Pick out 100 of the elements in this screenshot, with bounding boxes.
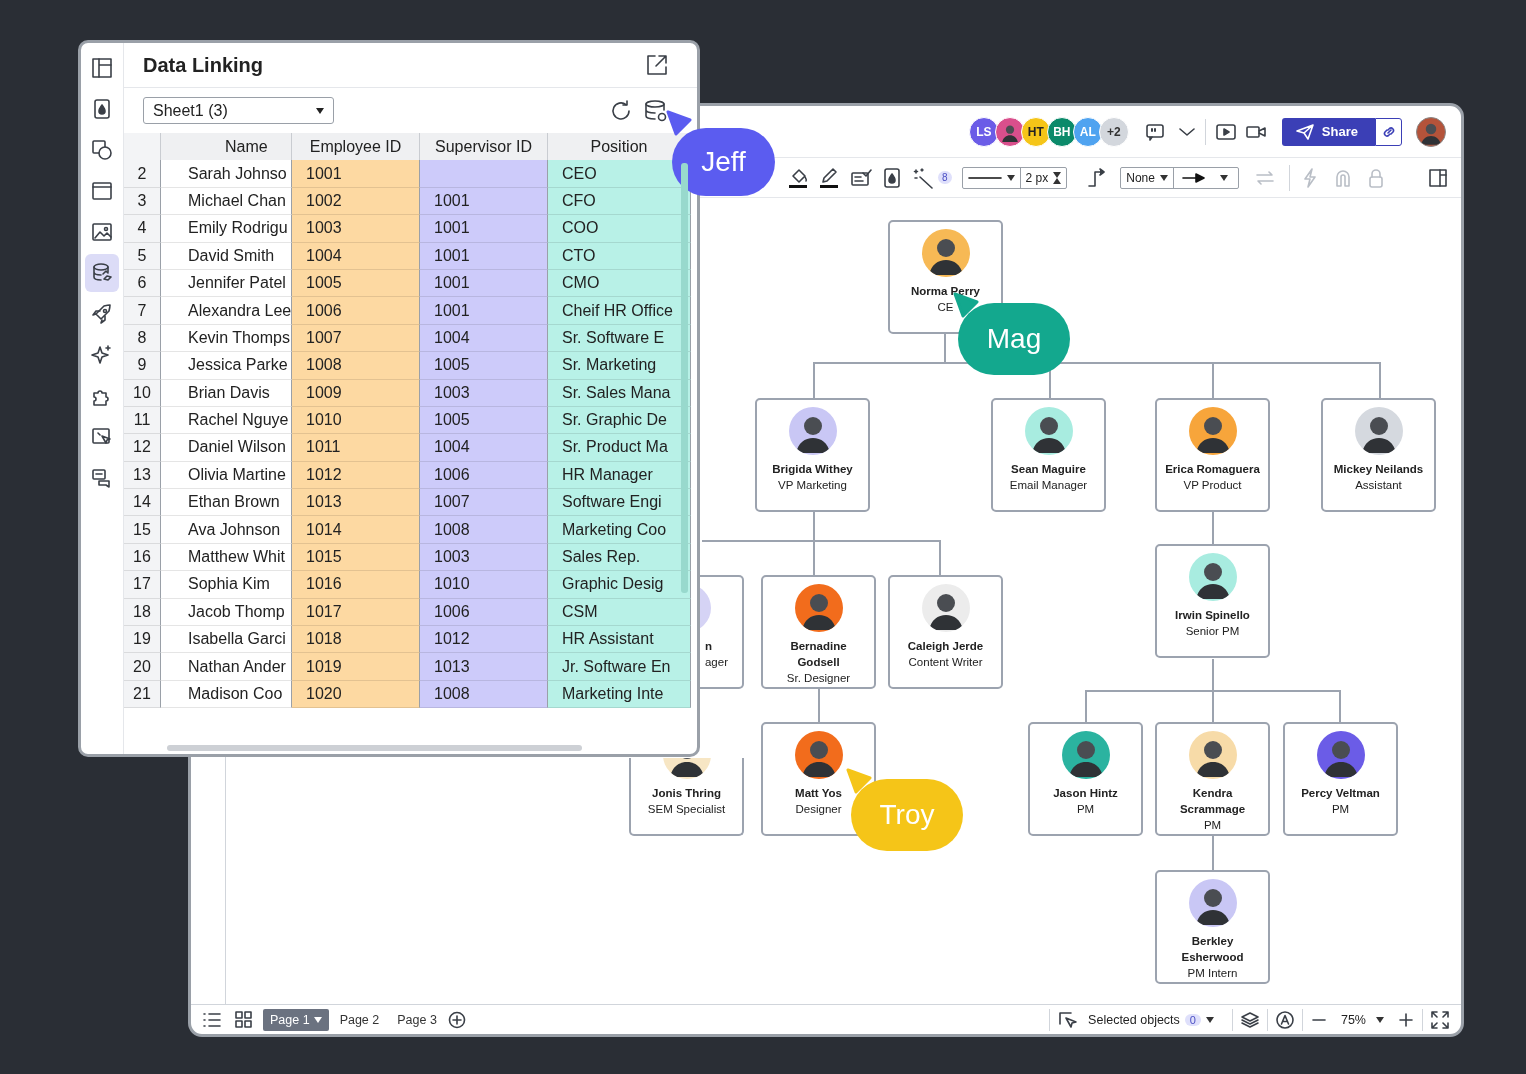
- table-cell: Cheif HR Office: [548, 297, 691, 325]
- row-number: 5: [124, 242, 161, 270]
- share-button[interactable]: Share: [1281, 117, 1375, 146]
- org-chart-node[interactable]: Irwin Spinello Senior PM: [1155, 544, 1270, 658]
- table-cell: Marketing Inte: [548, 680, 691, 709]
- fill-color-icon[interactable]: [788, 166, 808, 189]
- video-camera-icon[interactable]: [1245, 123, 1266, 140]
- org-chart-node[interactable]: Jason Hintz PM: [1028, 722, 1143, 836]
- zoom-level[interactable]: 75%: [1340, 1012, 1366, 1027]
- table-cell: Olivia Martine: [161, 461, 292, 490]
- list-view-icon[interactable]: [203, 1011, 221, 1028]
- table-cell: 1004: [420, 434, 548, 462]
- arrow-icon: [1181, 172, 1206, 183]
- database-link-icon[interactable]: [85, 254, 119, 292]
- chevron-down-icon[interactable]: [1178, 126, 1195, 137]
- table-cell: 1001: [420, 297, 548, 325]
- user-avatar[interactable]: [1416, 116, 1446, 147]
- elbow-connector-icon[interactable]: [1087, 167, 1108, 188]
- collaborator-avatar[interactable]: HT: [1020, 116, 1051, 147]
- style-icon[interactable]: [850, 167, 872, 188]
- page-tab[interactable]: Page 3: [390, 1008, 444, 1031]
- table-cell: Sarah Johnso: [161, 160, 292, 188]
- org-chart-node[interactable]: Berkley Esherwood PM Intern: [1155, 870, 1270, 984]
- org-chart-node[interactable]: Brigida Withey VP Marketing: [755, 398, 870, 512]
- org-chart-node[interactable]: Mickey Neilands Assistant: [1321, 398, 1436, 512]
- grid-view-icon[interactable]: [235, 1010, 253, 1029]
- collaborator-avatar[interactable]: BH: [1046, 116, 1077, 147]
- caret-icon: [1006, 174, 1015, 181]
- job-title: CE: [937, 300, 954, 315]
- person-name: Kendra Scrammage: [1178, 786, 1247, 817]
- scrollbar[interactable]: [681, 163, 688, 593]
- table-cell: 1003: [292, 215, 420, 243]
- table-cell: Matthew Whit: [161, 543, 292, 572]
- table-cell: 1001: [420, 187, 548, 216]
- org-chart-node[interactable]: Kendra Scrammage PM: [1155, 722, 1270, 836]
- caret-icon: [1376, 1016, 1384, 1023]
- caret-icon: [313, 1016, 322, 1023]
- org-chart-node[interactable]: Sean Maguire Email Manager: [991, 398, 1106, 512]
- paper-plane-icon: [1295, 123, 1314, 140]
- fullscreen-icon[interactable]: [1431, 1010, 1449, 1029]
- job-title: Email Manager: [1009, 478, 1088, 493]
- org-chart-node[interactable]: Erica Romaguera VP Product: [1155, 398, 1270, 512]
- select-icon[interactable]: [1058, 1010, 1079, 1029]
- accessibility-icon[interactable]: [1275, 1010, 1294, 1029]
- row-number: 20: [124, 653, 161, 681]
- side-panel-icon[interactable]: [1429, 168, 1447, 187]
- row-number: 9: [124, 352, 161, 380]
- open-external-icon[interactable]: [645, 53, 669, 77]
- line-color-icon[interactable]: [819, 166, 839, 189]
- table-cell: Jessica Parke: [161, 352, 292, 380]
- more-collaborators-badge[interactable]: +2: [1098, 116, 1129, 147]
- layers-icon[interactable]: [1240, 1010, 1259, 1029]
- comment-icon[interactable]: [1144, 121, 1165, 142]
- table-cell: David Smith: [161, 242, 292, 270]
- table-cell: 1011: [292, 434, 420, 462]
- collaborator-avatar[interactable]: LS: [968, 116, 999, 147]
- collaborator-avatar[interactable]: [994, 116, 1025, 147]
- table-cell: 1009: [292, 379, 420, 407]
- org-chart-node[interactable]: n ager: [700, 575, 744, 689]
- copy-link-button[interactable]: [1375, 117, 1402, 146]
- job-title: Assistant: [1355, 478, 1402, 493]
- caret-icon: [1159, 174, 1168, 181]
- table-cell: Ava Johnson: [161, 516, 292, 544]
- table-cell: 1008: [420, 516, 548, 544]
- row-number: 12: [124, 434, 161, 462]
- org-chart-node[interactable]: Bernadine Godsell Sr. Designer: [761, 575, 876, 689]
- org-chart-node[interactable]: Caleigh Jerde Content Writer: [888, 575, 1003, 689]
- table-cell: Graphic Desig: [548, 571, 691, 599]
- table-corner: [124, 133, 161, 161]
- table-cell: 1008: [420, 680, 548, 709]
- connector-line: [1212, 511, 1214, 545]
- person-name: n: [704, 639, 712, 654]
- org-chart-node[interactable]: Percy Veltman PM: [1283, 722, 1398, 836]
- sheet-dropdown[interactable]: Sheet1 (3): [143, 97, 334, 124]
- present-icon[interactable]: [1215, 122, 1236, 141]
- table-cell: 1010: [420, 571, 548, 599]
- refresh-icon[interactable]: [610, 99, 632, 122]
- column-header[interactable]: Name: [161, 133, 292, 161]
- table-cell: 1012: [292, 461, 420, 490]
- magic-wand-icon[interactable]: [912, 166, 934, 189]
- database-settings-icon[interactable]: [644, 98, 668, 123]
- opacity-icon[interactable]: [883, 167, 901, 188]
- page-tab[interactable]: Page 1: [263, 1008, 329, 1031]
- column-header[interactable]: Supervisor ID: [420, 133, 548, 161]
- table-cell: 1020: [292, 680, 420, 709]
- scrollbar[interactable]: [167, 745, 582, 751]
- table-cell: 1012: [420, 626, 548, 654]
- table-cell: 1007: [292, 324, 420, 353]
- zoom-in-icon[interactable]: [1398, 1011, 1414, 1028]
- org-chart-node[interactable]: Jonis Thring SEM Specialist: [629, 758, 744, 836]
- job-title: VP Product: [1183, 478, 1242, 493]
- caret-icon: [1205, 1016, 1214, 1023]
- person-name: Caleigh Jerde: [906, 639, 985, 654]
- table-cell: Madison Coo: [161, 680, 292, 709]
- person-name: Brigida Withey: [771, 462, 854, 477]
- person-name: Berkley Esherwood: [1180, 934, 1245, 965]
- add-page-icon[interactable]: [447, 1010, 466, 1029]
- column-header[interactable]: Employee ID: [292, 133, 420, 161]
- row-number: 13: [124, 461, 161, 490]
- page-tab[interactable]: Page 2: [332, 1008, 387, 1031]
